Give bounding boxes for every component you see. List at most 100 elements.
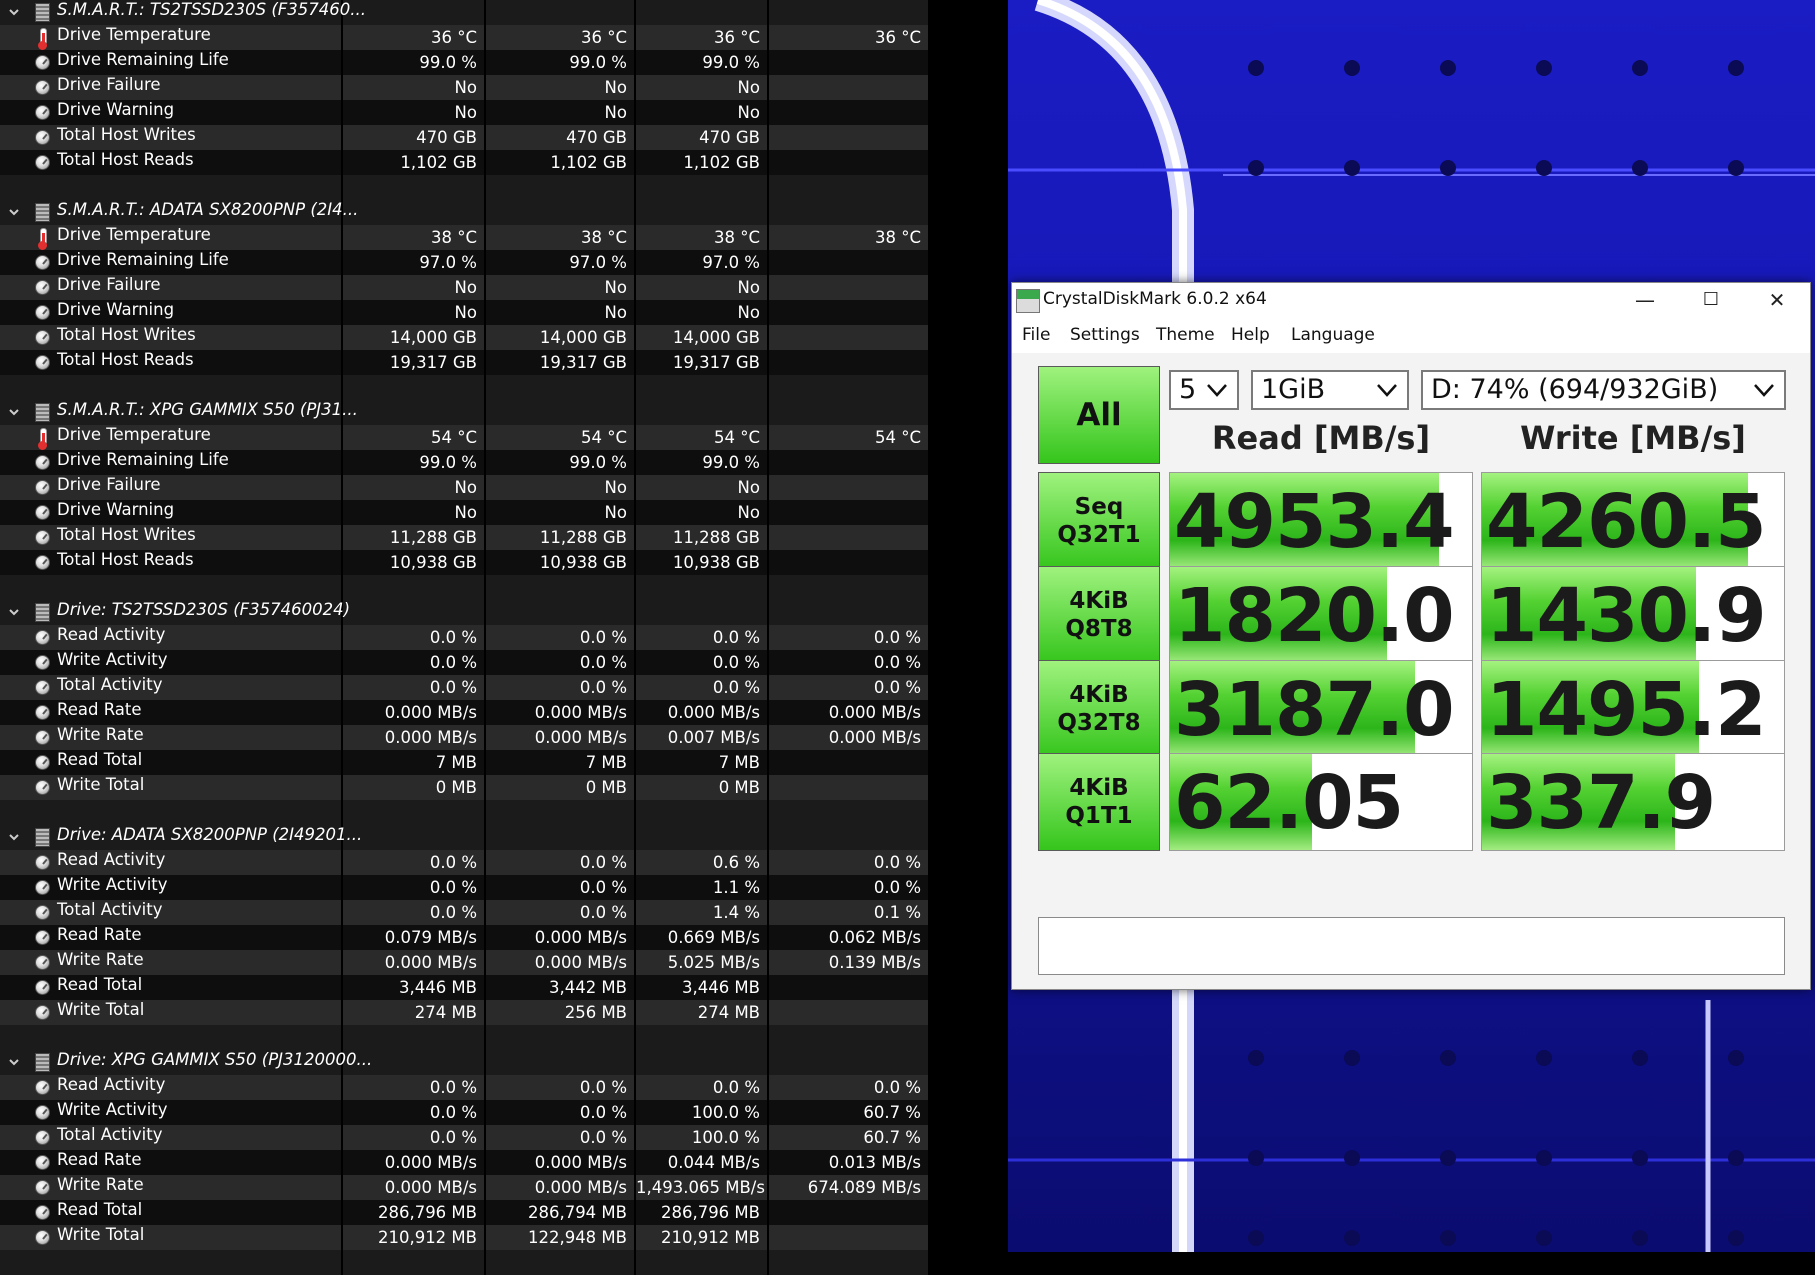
cell-bg — [486, 200, 634, 225]
sensor-row[interactable]: Drive Temperature 54 °C 54 °C 54 °C 54 °C — [0, 425, 928, 450]
test-button[interactable]: Seq Q32T1 — [1038, 472, 1160, 570]
sensor-row[interactable]: Total Host Reads 1,102 GB 1,102 GB 1,102 GB — [0, 150, 928, 175]
section-spacer[interactable] — [0, 175, 928, 200]
sensor-row[interactable]: Total Host Reads 10,938 GB 10,938 GB 10,938… — [0, 550, 928, 575]
sensor-label: Read Activity — [57, 1075, 166, 1094]
sensor-row[interactable]: Total Activity 0.0 % 0.0 % 0.0 % 0.0 % — [0, 675, 928, 700]
sensor-row[interactable]: Read Total 7 MB 7 MB 7 MB — [0, 750, 928, 775]
title-bar[interactable]: CrystalDiskMark 6.0.2 x64 — ☐ ✕ — [1012, 283, 1810, 319]
sensor-row[interactable]: Drive Warning No No No — [0, 300, 928, 325]
chevron-down-icon[interactable] — [9, 1057, 19, 1067]
test-count-select[interactable]: 5 — [1169, 370, 1239, 410]
menu-help[interactable]: Help — [1231, 325, 1270, 345]
sensor-value-v4 — [769, 125, 928, 150]
sensor-row[interactable]: Drive Warning No No No — [0, 500, 928, 525]
menu-file[interactable]: File — [1022, 325, 1050, 345]
section-spacer[interactable] — [0, 375, 928, 400]
sensor-row[interactable]: Read Activity 0.0 % 0.0 % 0.0 % 0.0 % — [0, 1075, 928, 1100]
chevron-down-icon[interactable] — [9, 407, 19, 417]
cell-bg — [636, 600, 767, 625]
sensor-row[interactable]: Read Total 3,446 MB 3,442 MB 3,446 MB — [0, 975, 928, 1000]
sensor-value-v4 — [769, 1000, 928, 1025]
chevron-down-icon[interactable] — [9, 7, 19, 17]
pegboard-hole — [1728, 1050, 1744, 1066]
sensor-row[interactable]: Total Host Writes 14,000 GB 14,000 GB 14,00… — [0, 325, 928, 350]
sensor-row[interactable]: Drive Warning No No No — [0, 100, 928, 125]
section-spacer[interactable] — [0, 800, 928, 825]
sensor-row[interactable]: Drive Temperature 36 °C 36 °C 36 °C 36 °C — [0, 25, 928, 50]
sensor-label: Total Host Reads — [57, 150, 194, 169]
menu-settings[interactable]: Settings — [1070, 325, 1140, 345]
sensor-row[interactable]: Drive Remaining Life 97.0 % 97.0 % 97.0 % — [0, 250, 928, 275]
sensor-row[interactable]: Total Host Writes 11,288 GB 11,288 GB 11,28… — [0, 525, 928, 550]
close-button[interactable]: ✕ — [1744, 283, 1810, 319]
sensor-row[interactable]: Total Activity 0.0 % 0.0 % 100.0 % 60.7 % — [0, 1125, 928, 1150]
sensor-row[interactable]: Total Host Writes 470 GB 470 GB 470 GB — [0, 125, 928, 150]
sensor-value-v2: 0.000 MB/s — [534, 928, 627, 947]
sensor-row[interactable]: Read Activity 0.0 % 0.0 % 0.0 % 0.0 % — [0, 625, 928, 650]
sensor-section-header[interactable]: Drive: ADATA SX8200PNP (2I49201... — [0, 825, 928, 850]
sensor-row[interactable]: Drive Failure No No No — [0, 75, 928, 100]
chevron-down-icon[interactable] — [9, 207, 19, 217]
pegboard-hole — [1728, 60, 1744, 76]
sensor-value-v4: 674.089 MB/s — [807, 1178, 921, 1197]
sensor-row[interactable]: Read Rate 0.000 MB/s 0.000 MB/s 0.000 MB/s 0… — [0, 700, 928, 725]
gauge-icon — [35, 755, 50, 770]
sensor-value-v2: 122,948 MB — [527, 1228, 627, 1247]
sensor-row[interactable]: Write Activity 0.0 % 0.0 % 100.0 % 60.7 % — [0, 1100, 928, 1125]
sensor-value-v4: 0.139 MB/s — [828, 953, 921, 972]
sensor-row[interactable]: Write Rate 0.000 MB/s 0.000 MB/s 0.007 MB/s… — [0, 725, 928, 750]
menu-language[interactable]: Language — [1291, 325, 1375, 345]
test-button[interactable]: 4KiB Q32T8 — [1038, 660, 1160, 758]
comment-field[interactable] — [1038, 917, 1785, 975]
chevron-down-icon[interactable] — [9, 832, 19, 842]
sensor-row[interactable]: Drive Temperature 38 °C 38 °C 38 °C 38 °C — [0, 225, 928, 250]
sensor-value-v3: 11,288 GB — [672, 528, 760, 547]
section-spacer[interactable] — [0, 1025, 928, 1050]
sensor-row[interactable]: Read Total 286,796 MB 286,794 MB 286,796 MB — [0, 1200, 928, 1225]
sensor-row[interactable]: Drive Remaining Life 99.0 % 99.0 % 99.0 % — [0, 450, 928, 475]
test-button[interactable]: 4KiB Q1T1 — [1038, 753, 1160, 851]
sensor-section-header[interactable]: Drive: XPG GAMMIX S50 (PJ3120000... — [0, 1050, 928, 1075]
sensor-row[interactable]: Write Activity 0.0 % 0.0 % 1.1 % 0.0 % — [0, 875, 928, 900]
sensor-row[interactable]: Read Activity 0.0 % 0.0 % 0.6 % 0.0 % — [0, 850, 928, 875]
menu-theme[interactable]: Theme — [1156, 325, 1215, 345]
sensor-section-header[interactable]: S.M.A.R.T.: ADATA SX8200PNP (2I4... — [0, 200, 928, 225]
sensor-row[interactable]: Write Total 0 MB 0 MB 0 MB — [0, 775, 928, 800]
sensor-row[interactable]: Read Rate 0.000 MB/s 0.000 MB/s 0.044 MB/s 0… — [0, 1150, 928, 1175]
sensor-section-header[interactable]: Drive: TS2TSSD230S (F357460024) — [0, 600, 928, 625]
minimize-button[interactable]: — — [1612, 283, 1678, 319]
sensor-row[interactable]: Write Total 274 MB 256 MB 274 MB — [0, 1000, 928, 1025]
section-spacer[interactable] — [0, 575, 928, 600]
sensor-value-v4 — [769, 75, 928, 100]
sensor-value-v4 — [769, 450, 928, 475]
chevron-down-icon[interactable] — [9, 607, 19, 617]
section-spacer[interactable] — [0, 1250, 928, 1275]
sensor-row[interactable]: Drive Failure No No No — [0, 275, 928, 300]
sensor-row[interactable]: Write Activity 0.0 % 0.0 % 0.0 % 0.0 % — [0, 650, 928, 675]
sensor-row[interactable]: Write Rate 0.000 MB/s 0.000 MB/s 1,493.065 … — [0, 1175, 928, 1200]
test-size-select[interactable]: 1GiB — [1251, 370, 1409, 410]
maximize-button[interactable]: ☐ — [1678, 283, 1744, 319]
sensor-section-header[interactable]: S.M.A.R.T.: TS2TSSD230S (F357460... — [0, 0, 928, 25]
drive-select[interactable]: D: 74% (694/932GiB) — [1421, 370, 1786, 410]
sensor-row[interactable]: Drive Remaining Life 99.0 % 99.0 % 99.0 % — [0, 50, 928, 75]
sensor-row[interactable]: Read Rate 0.079 MB/s 0.000 MB/s 0.669 MB/s 0… — [0, 925, 928, 950]
sensor-section-header[interactable]: S.M.A.R.T.: XPG GAMMIX S50 (PJ31... — [0, 400, 928, 425]
sensor-value-v3: 5.025 MB/s — [667, 953, 760, 972]
sensor-row[interactable]: Total Activity 0.0 % 0.0 % 1.4 % 0.1 % — [0, 900, 928, 925]
sensor-label: Write Total — [57, 775, 145, 794]
sensor-label: Read Activity — [57, 625, 166, 644]
sensor-row[interactable]: Write Rate 0.000 MB/s 0.000 MB/s 5.025 MB/s… — [0, 950, 928, 975]
sensor-row[interactable]: Total Host Reads 19,317 GB 19,317 GB 19,317… — [0, 350, 928, 375]
all-button[interactable]: All — [1038, 366, 1160, 464]
sensor-value-v1: 0.0 % — [429, 1078, 477, 1097]
gauge-icon — [35, 1080, 50, 1095]
sensor-row[interactable]: Write Total 210,912 MB 122,948 MB 210,912 M… — [0, 1225, 928, 1250]
sensor-value-v3: 99.0 % — [702, 53, 760, 72]
cell-bg — [769, 575, 928, 600]
gauge-icon — [35, 1105, 50, 1120]
cell-bg — [769, 800, 928, 825]
test-button[interactable]: 4KiB Q8T8 — [1038, 566, 1160, 664]
sensor-row[interactable]: Drive Failure No No No — [0, 475, 928, 500]
